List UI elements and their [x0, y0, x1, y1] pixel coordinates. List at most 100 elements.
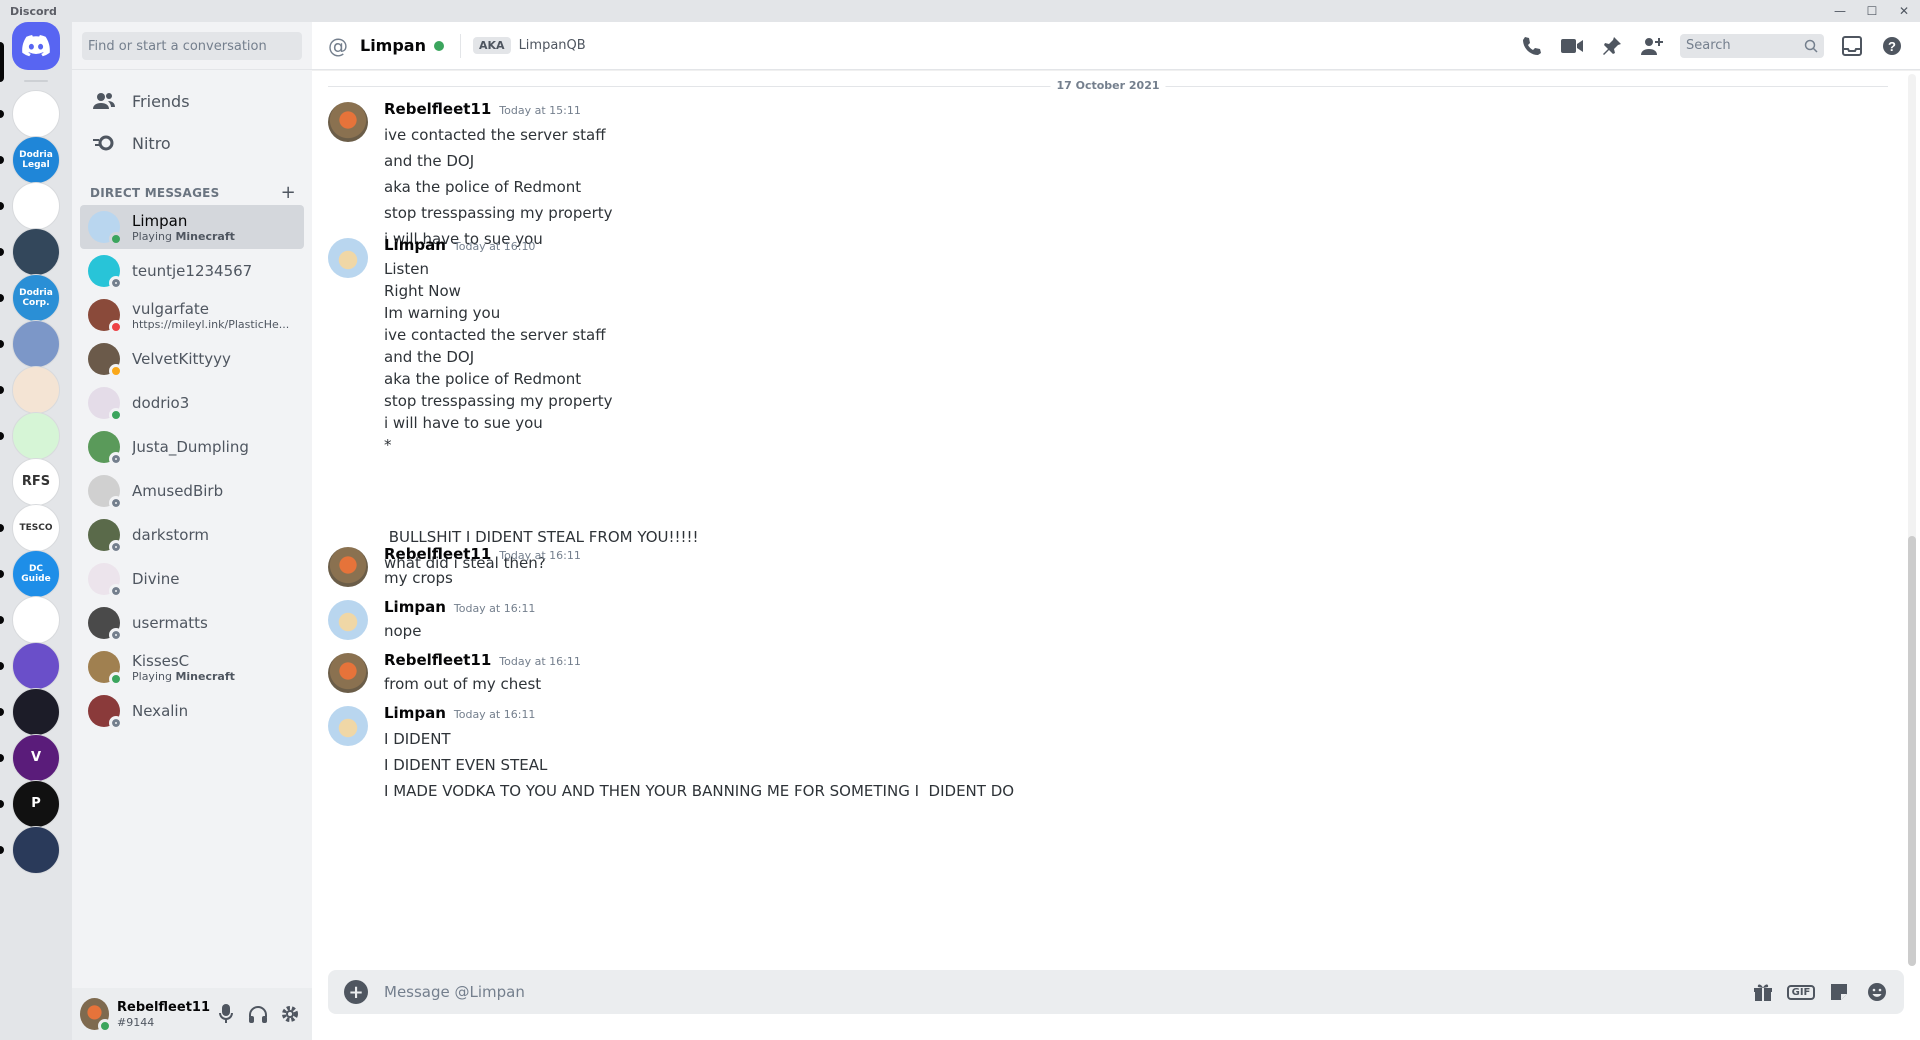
- activity-name: Minecraft: [175, 229, 235, 243]
- selected-pill: [0, 42, 4, 82]
- nitro-nav[interactable]: Nitro: [80, 122, 304, 164]
- phone-call-icon: [1523, 36, 1541, 55]
- unread-pill: [0, 248, 4, 256]
- avatar: [88, 255, 123, 290]
- header-search-input[interactable]: Search: [1680, 33, 1824, 58]
- message-author[interactable]: Rebelfleet11: [384, 100, 491, 118]
- add-friend-to-dm-button[interactable]: [1632, 34, 1672, 58]
- message-author[interactable]: Rebelfleet11: [384, 545, 491, 563]
- dm-item-5[interactable]: Justa_Dumpling: [80, 425, 304, 469]
- server-icon-7[interactable]: [12, 412, 60, 460]
- inbox-icon: [1842, 35, 1862, 56]
- home-button[interactable]: [12, 22, 60, 70]
- gif-button[interactable]: GIF: [1782, 976, 1820, 1008]
- server-icon-14[interactable]: V: [12, 734, 60, 782]
- message-list: 17 October 2021 Rebelfleet11 Today at 15:…: [312, 70, 1912, 970]
- search-icon: [1804, 39, 1818, 53]
- server-icon-4[interactable]: Dodria Corp.: [12, 274, 60, 322]
- server-icon-3[interactable]: [12, 228, 60, 276]
- server-icon-10[interactable]: DC Guide: [12, 550, 60, 598]
- deafen-button[interactable]: [242, 998, 274, 1030]
- user-avatar[interactable]: [80, 998, 113, 1033]
- dm-item-1[interactable]: teuntje1234567: [80, 249, 304, 293]
- server-icon-6[interactable]: [12, 366, 60, 414]
- message-avatar[interactable]: [328, 653, 368, 693]
- message-avatar[interactable]: [328, 706, 368, 746]
- friends-nav[interactable]: Friends: [80, 80, 304, 122]
- server-icon-16[interactable]: [12, 826, 60, 874]
- message-header: Rebelfleet11 Today at 16:11: [384, 545, 1888, 567]
- server-icon-8[interactable]: RFS: [12, 458, 60, 506]
- server-icon-2[interactable]: [12, 182, 60, 230]
- help-button[interactable]: ?: [1872, 34, 1912, 58]
- message-text: Listen: [384, 260, 429, 278]
- server-icon-13[interactable]: [12, 688, 60, 736]
- create-dm-icon[interactable]: +: [281, 182, 296, 203]
- message-author[interactable]: Limpan: [384, 704, 446, 722]
- message-text: I DIDENT EVEN STEAL: [384, 756, 548, 774]
- dm-name: teuntje1234567: [132, 262, 253, 280]
- inbox-button[interactable]: [1832, 34, 1872, 58]
- sticker-button[interactable]: [1820, 976, 1858, 1008]
- dm-item-11[interactable]: Nexalin: [80, 689, 304, 733]
- dm-item-6[interactable]: AmusedBirb: [80, 469, 304, 513]
- status-online-icon: [109, 408, 123, 422]
- help-icon: ?: [1883, 36, 1901, 55]
- title-bar: Discord — ☐ ✕: [0, 0, 1920, 22]
- maximize-button[interactable]: ☐: [1856, 0, 1888, 22]
- settings-button[interactable]: [274, 998, 306, 1030]
- dm-text: vulgarfate https://mileyl.ink/PlasticHe..…: [132, 300, 292, 331]
- chat-header: @ Limpan AKA LimpanQB Search ?: [312, 22, 1920, 70]
- minimize-button[interactable]: —: [1824, 0, 1856, 22]
- dm-name: VelvetKittyyy: [132, 350, 231, 368]
- user-info[interactable]: Rebelfleet11 #9144: [117, 1000, 210, 1029]
- server-icon-11[interactable]: [12, 596, 60, 644]
- voice-call-button[interactable]: [1512, 34, 1552, 58]
- message-header: Rebelfleet11 Today at 15:11: [384, 100, 1888, 122]
- unread-pill: [0, 708, 4, 716]
- dm-item-10[interactable]: KissesC Playing Minecraft: [80, 645, 304, 689]
- server-icon-9[interactable]: TESCO: [12, 504, 60, 552]
- message-group: Limpan Today at 16:11 I DIDENT I DIDENT EVE…: [328, 704, 1888, 804]
- tesco-icon: TESCO: [19, 523, 53, 533]
- pinned-messages-button[interactable]: [1592, 34, 1632, 58]
- message-timestamp: Today at 16:11: [453, 602, 536, 615]
- emoji-button[interactable]: [1858, 976, 1896, 1008]
- message-group: Rebelfleet11 Today at 16:11 my crops: [328, 545, 1888, 589]
- server-icon-15[interactable]: P: [12, 780, 60, 828]
- gift-button[interactable]: [1744, 976, 1782, 1008]
- server-icon-1[interactable]: Dodria Legal: [12, 136, 60, 184]
- server-icon-12[interactable]: [12, 642, 60, 690]
- dm-item-3[interactable]: VelvetKittyyy: [80, 337, 304, 381]
- server-icon-0[interactable]: [12, 90, 60, 138]
- dm-item-7[interactable]: darkstorm: [80, 513, 304, 557]
- user-panel: Rebelfleet11 #9144: [72, 988, 312, 1040]
- message-input[interactable]: Message @Limpan: [384, 983, 525, 1001]
- close-button[interactable]: ✕: [1888, 0, 1920, 22]
- header-toolbar: Search ?: [1512, 33, 1912, 58]
- dm-item-8[interactable]: Divine: [80, 557, 304, 601]
- dm-item-9[interactable]: usermatts: [80, 601, 304, 645]
- unread-pill: [0, 110, 4, 118]
- message-author[interactable]: Limpan: [384, 598, 446, 616]
- scrollbar-thumb[interactable]: [1908, 536, 1916, 966]
- upload-button[interactable]: +: [344, 980, 368, 1004]
- emoji-icon: [1868, 983, 1886, 1001]
- message-header: Limpan Today at 16:11: [384, 704, 1888, 726]
- message-avatar[interactable]: [328, 238, 368, 278]
- dm-search-input[interactable]: Find or start a conversation: [82, 32, 302, 60]
- video-call-button[interactable]: [1552, 34, 1592, 58]
- message-avatar[interactable]: [328, 600, 368, 640]
- message-author[interactable]: Limpan: [384, 236, 446, 254]
- mute-button[interactable]: [210, 998, 242, 1030]
- message-timestamp: Today at 16:11: [499, 549, 581, 562]
- message-author[interactable]: Rebelfleet11: [384, 651, 491, 669]
- activity-name: Minecraft: [175, 669, 235, 683]
- dm-name: Nexalin: [132, 702, 189, 720]
- dm-item-0[interactable]: Limpan Playing Minecraft: [80, 205, 304, 249]
- dm-item-4[interactable]: dodrio3: [80, 381, 304, 425]
- message-avatar[interactable]: [328, 102, 368, 142]
- server-icon-5[interactable]: [12, 320, 60, 368]
- dm-item-2[interactable]: vulgarfate https://mileyl.ink/PlasticHe..…: [80, 293, 304, 337]
- message-avatar[interactable]: [328, 547, 368, 587]
